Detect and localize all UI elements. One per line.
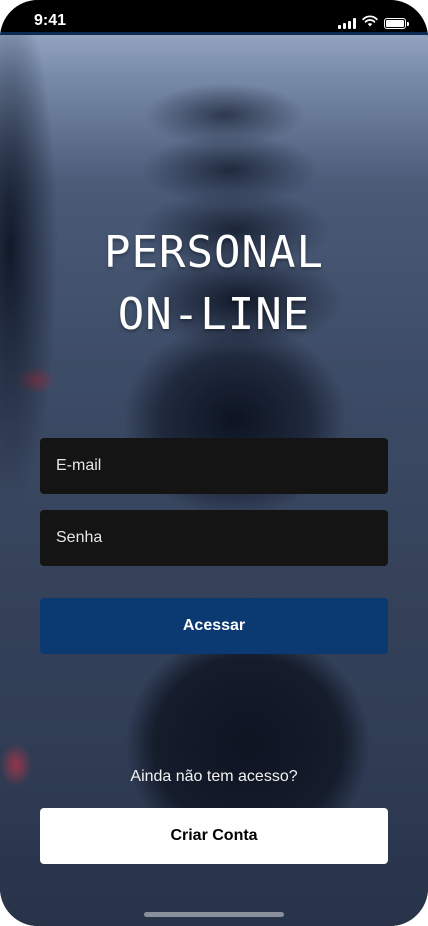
phone-screen: 9:41 PERSONAL ON-LINE Acessa — [0, 0, 428, 926]
app-title-line-1: PERSONAL — [104, 227, 324, 278]
cellular-signal-icon — [338, 17, 356, 29]
status-bar-underline — [0, 32, 428, 35]
email-field[interactable] — [40, 438, 388, 494]
status-time: 9:41 — [34, 12, 67, 29]
password-field[interactable] — [40, 510, 388, 566]
battery-icon — [384, 17, 409, 29]
password-input[interactable] — [56, 510, 372, 566]
wifi-icon — [362, 14, 378, 32]
create-account-button[interactable]: Criar Conta — [40, 808, 388, 864]
device-notch — [104, 0, 324, 30]
home-indicator[interactable] — [144, 912, 284, 917]
app-title: PERSONAL ON-LINE — [0, 222, 428, 346]
email-input[interactable] — [56, 438, 372, 494]
status-icons — [338, 14, 409, 32]
app-title-line-2: ON-LINE — [117, 289, 311, 340]
login-button[interactable]: Acessar — [40, 598, 388, 654]
signup-prompt: Ainda não tem acesso? — [130, 768, 298, 785]
